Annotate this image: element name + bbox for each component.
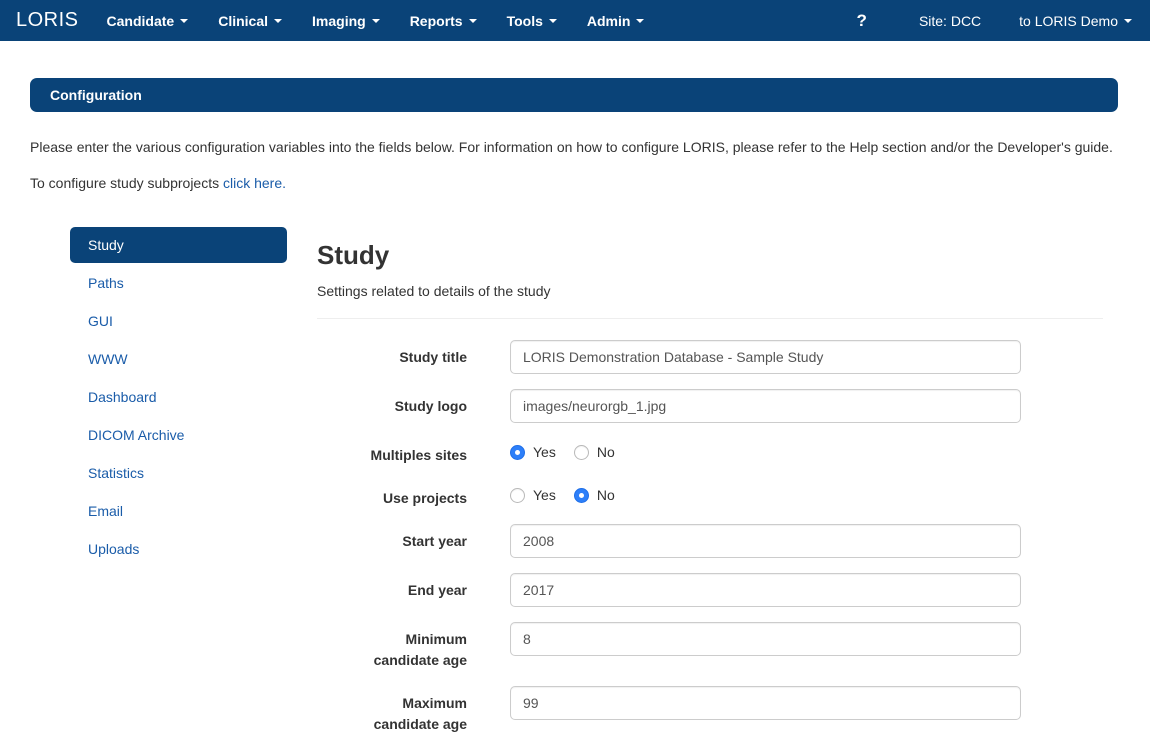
subprojects-prefix: To configure study subprojects [30, 175, 223, 191]
chevron-down-icon [469, 19, 477, 23]
radio-option-label: No [597, 444, 615, 460]
chevron-down-icon [372, 19, 380, 23]
form-row-use-projects: Use projects Yes No [317, 481, 1103, 509]
nav-menu-imaging-label: Imaging [312, 13, 366, 29]
field-wrap: Yes No [510, 481, 1021, 503]
field-wrap [510, 389, 1021, 423]
field-wrap: Yes No [510, 438, 1021, 460]
nav-menu-clinical[interactable]: Clinical [218, 13, 282, 29]
field-label: End year [317, 573, 467, 601]
multiples-sites-yes-option[interactable]: Yes [510, 444, 556, 460]
help-icon[interactable]: ? [857, 11, 867, 31]
form-row-end-year: End year [317, 573, 1103, 607]
field-label: Study title [317, 340, 467, 368]
start-year-input[interactable] [510, 524, 1021, 558]
chevron-down-icon [274, 19, 282, 23]
nav-menu-candidate-label: Candidate [107, 13, 175, 29]
config-sidebar: Study Paths GUI WWW Dashboard DICOM Arch… [70, 227, 287, 569]
chevron-down-icon [180, 19, 188, 23]
section-title: Study [317, 239, 1103, 271]
top-navbar: LORIS Candidate Clinical Imaging Reports… [0, 0, 1150, 41]
sidebar-item-uploads[interactable]: Uploads [70, 531, 287, 567]
field-label: Study logo [317, 389, 467, 417]
field-label: Start year [317, 524, 467, 552]
field-label: Minimum candidate age [317, 622, 467, 671]
subprojects-line: To configure study subprojects click her… [30, 171, 1118, 196]
user-menu-label: to LORIS Demo [1019, 13, 1118, 29]
sidebar-item-dashboard[interactable]: Dashboard [70, 379, 287, 415]
form-row-study-title: Study title [317, 340, 1103, 374]
radio-selected-icon[interactable] [510, 445, 525, 460]
nav-menu-tools-label: Tools [507, 13, 543, 29]
section-subtitle: Settings related to details of the study [317, 283, 1103, 299]
sidebar-item-gui[interactable]: GUI [70, 303, 287, 339]
study-settings-panel: Study Settings related to details of the… [317, 227, 1103, 750]
navbar-right-group: ? Site: DCC to LORIS Demo [857, 11, 1132, 31]
radio-unselected-icon[interactable] [510, 488, 525, 503]
loris-brand-link[interactable]: LORIS [16, 9, 79, 32]
min-candidate-age-input[interactable] [510, 622, 1021, 656]
field-wrap [510, 622, 1021, 656]
chevron-down-icon [549, 19, 557, 23]
form-row-study-logo: Study logo [317, 389, 1103, 423]
sidebar-item-paths[interactable]: Paths [70, 265, 287, 301]
intro-text-block: Please enter the various configuration v… [30, 135, 1118, 196]
nav-menu-tools[interactable]: Tools [507, 13, 557, 29]
radio-option-label: Yes [533, 444, 556, 460]
sidebar-item-email[interactable]: Email [70, 493, 287, 529]
field-wrap [510, 524, 1021, 558]
section-divider [317, 318, 1103, 319]
sidebar-item-dicom-archive[interactable]: DICOM Archive [70, 417, 287, 453]
sidebar-item-statistics[interactable]: Statistics [70, 455, 287, 491]
field-label: Multiples sites [317, 438, 467, 466]
use-projects-no-option[interactable]: No [574, 487, 615, 503]
radio-unselected-icon[interactable] [574, 445, 589, 460]
sidebar-item-www[interactable]: WWW [70, 341, 287, 377]
nav-menu-admin[interactable]: Admin [587, 13, 645, 29]
field-label: Maximum candidate age [317, 686, 467, 735]
radio-option-label: Yes [533, 487, 556, 503]
chevron-down-icon [1124, 19, 1132, 23]
form-row-multiples-sites: Multiples sites Yes No [317, 438, 1103, 466]
multiples-sites-no-option[interactable]: No [574, 444, 615, 460]
study-logo-input[interactable] [510, 389, 1021, 423]
site-label: Site: DCC [919, 13, 981, 29]
field-wrap [510, 340, 1021, 374]
sidebar-item-study[interactable]: Study [70, 227, 287, 263]
content-row: Study Paths GUI WWW Dashboard DICOM Arch… [30, 227, 1118, 750]
nav-menu-reports-label: Reports [410, 13, 463, 29]
page-container: Configuration Please enter the various c… [0, 78, 1150, 750]
chevron-down-icon [636, 19, 644, 23]
nav-menu-admin-label: Admin [587, 13, 631, 29]
use-projects-yes-option[interactable]: Yes [510, 487, 556, 503]
page-title: Configuration [30, 78, 1118, 112]
nav-menu-imaging[interactable]: Imaging [312, 13, 380, 29]
radio-option-label: No [597, 487, 615, 503]
nav-menu-reports[interactable]: Reports [410, 13, 477, 29]
nav-menu-candidate[interactable]: Candidate [107, 13, 189, 29]
radio-selected-icon[interactable] [574, 488, 589, 503]
form-row-start-year: Start year [317, 524, 1103, 558]
field-label: Use projects [317, 481, 467, 509]
form-row-min-candidate-age: Minimum candidate age [317, 622, 1103, 671]
form-row-max-candidate-age: Maximum candidate age [317, 686, 1103, 735]
user-menu[interactable]: to LORIS Demo [1019, 13, 1132, 29]
max-candidate-age-input[interactable] [510, 686, 1021, 720]
study-title-input[interactable] [510, 340, 1021, 374]
intro-paragraph: Please enter the various configuration v… [30, 135, 1118, 160]
end-year-input[interactable] [510, 573, 1021, 607]
field-wrap [510, 686, 1021, 720]
subprojects-link[interactable]: click here. [223, 175, 286, 191]
field-wrap [510, 573, 1021, 607]
nav-menu-clinical-label: Clinical [218, 13, 268, 29]
